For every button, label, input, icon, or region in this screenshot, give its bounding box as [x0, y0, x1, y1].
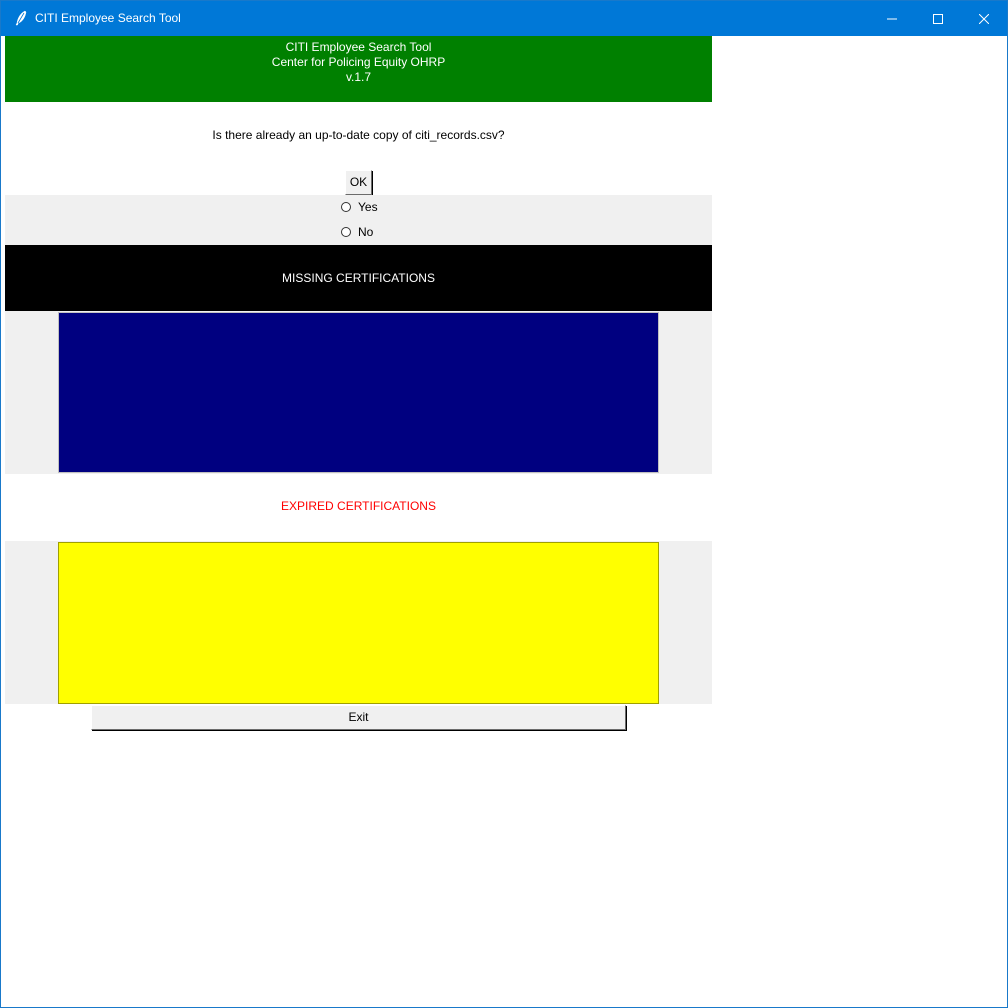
maximize-icon — [933, 9, 943, 28]
app-window: CITI Employee Search Tool CITI Employee … — [0, 0, 1008, 1008]
records-question: Is there already an up-to-date copy of c… — [212, 128, 505, 142]
ok-button[interactable]: OK — [345, 170, 372, 195]
minimize-button[interactable] — [869, 1, 915, 36]
header-title: CITI Employee Search Tool — [285, 40, 432, 54]
window-title: CITI Employee Search Tool — [35, 11, 181, 25]
missing-certifications-list[interactable] — [58, 312, 659, 473]
radio-yes-label: Yes — [358, 200, 378, 214]
title-bar[interactable]: CITI Employee Search Tool — [1, 1, 1007, 36]
header-organization: Center for Policing Equity OHRP — [271, 55, 446, 69]
missing-certifications-panel — [5, 311, 712, 474]
radio-yes[interactable]: Yes — [341, 199, 378, 215]
minimize-icon — [887, 9, 897, 28]
expired-certifications-list[interactable] — [58, 542, 659, 704]
close-button[interactable] — [961, 1, 1007, 36]
client-area: CITI Employee Search Tool Center for Pol… — [5, 36, 1007, 1006]
header-version: v.1.7 — [345, 70, 372, 84]
radio-group: Yes No — [5, 195, 712, 245]
expired-certifications-heading: EXPIRED CERTIFICATIONS — [281, 499, 436, 513]
radio-no-circle[interactable] — [341, 227, 351, 237]
close-icon — [978, 9, 990, 28]
radio-yes-circle[interactable] — [341, 202, 351, 212]
maximize-button[interactable] — [915, 1, 961, 36]
expired-certifications-panel — [5, 541, 712, 704]
exit-button[interactable]: Exit — [91, 705, 626, 730]
app-header: CITI Employee Search Tool Center for Pol… — [5, 36, 712, 102]
radio-no-label: No — [358, 225, 374, 239]
radio-no[interactable]: No — [341, 224, 373, 240]
feather-icon — [13, 10, 29, 26]
missing-certifications-heading: MISSING CERTIFICATIONS — [5, 245, 712, 311]
